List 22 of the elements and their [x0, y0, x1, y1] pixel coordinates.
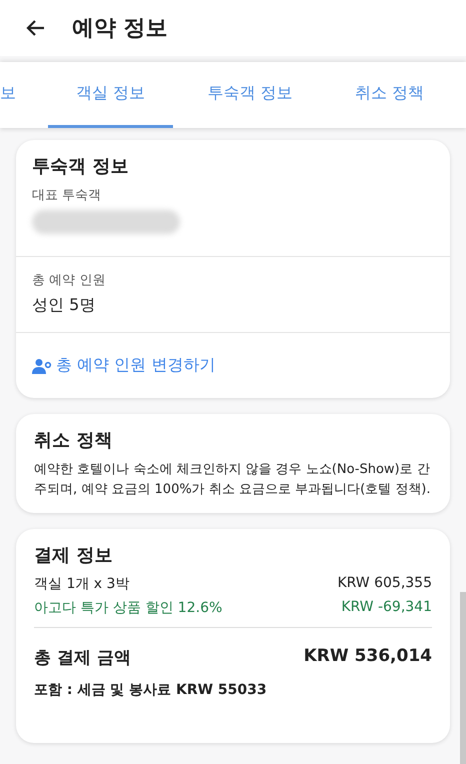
- price-label: 객실 1개 x 3박: [34, 575, 130, 593]
- card-title: 투숙객 정보: [32, 155, 130, 178]
- tab[interactable]: 취소 정책: [326, 62, 452, 128]
- total-label: 총 결제 금액: [34, 647, 131, 669]
- tab[interactable]: 객실 정보: [48, 62, 174, 128]
- price-amount: KRW 605,355: [337, 575, 432, 593]
- change-guests-link[interactable]: 총 예약 인원 변경하기: [56, 355, 216, 376]
- person-gear-icon: [32, 358, 52, 374]
- policy-text: 예약한 호텔이나 숙소에 체크인하지 않을 경우 노쇼(No-Show)로 간주되며, 예약 요금의 100%가 취소 요금으로 부과됩니다(호텔 정책).: [34, 461, 432, 498]
- tax-note: 포함 : 세금 및 봉사료 KRW 55033: [34, 681, 268, 700]
- page-title: 예약 정보: [72, 15, 168, 43]
- card-title: 결제 정보: [34, 544, 114, 567]
- guest-count: 성인 5명: [32, 295, 96, 316]
- total-amount: KRW 536,014: [304, 646, 432, 668]
- field-label: 대표 투숙객: [32, 187, 102, 204]
- price-amount: KRW -69,341: [341, 599, 432, 617]
- tab[interactable]: 투숙객 정보: [187, 62, 313, 128]
- tab[interactable]: 보: [0, 62, 16, 128]
- field-label: 총 예약 인원: [32, 272, 106, 289]
- scrollbar[interactable]: [460, 592, 466, 764]
- price-label: 아고다 특가 상품 할인 12.6%: [34, 599, 222, 617]
- card-title: 취소 정책: [34, 429, 114, 452]
